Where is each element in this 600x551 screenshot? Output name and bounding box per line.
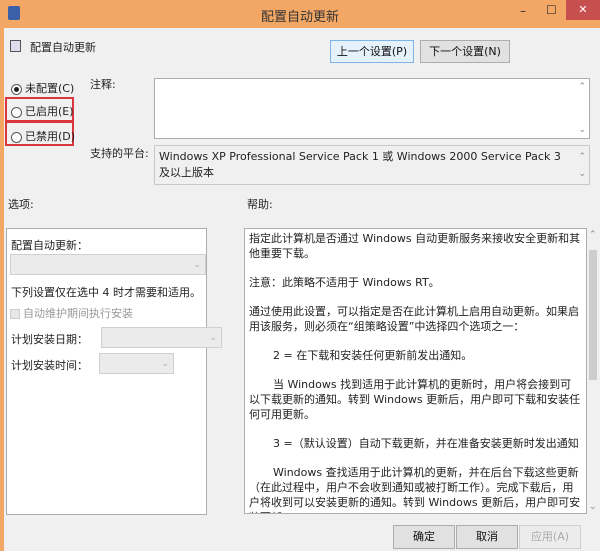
- ok-button[interactable]: 确定: [393, 525, 455, 549]
- help-paragraph: 注意：此策略不适用于 Windows RT。: [249, 276, 440, 289]
- radio-icon: [11, 83, 22, 95]
- help-paragraph: Windows 查找适用于此计算机的更新，并在后台下载这些更新（在此过程中，用户…: [249, 466, 581, 513]
- help-text: 指定此计算机是否通过 Windows 自动更新服务来接收安全更新和其他重要下载。…: [244, 228, 587, 514]
- prev-setting-button[interactable]: 上一个设置(P): [330, 40, 414, 63]
- help-paragraph: 当 Windows 找到适用于此计算机的更新时，用户将会接到可以下载更新的通知。…: [249, 378, 581, 421]
- window-border: [0, 28, 4, 551]
- scroll-down-icon[interactable]: ⌄: [578, 166, 586, 182]
- help-scrollbar[interactable]: ⌃ ⌄: [587, 228, 599, 514]
- radio-icon: [11, 106, 22, 118]
- radio-label: 未配置(C): [25, 82, 75, 95]
- help-paragraph: 3 =（默认设置）自动下载更新，并在准备安装更新时发出通知: [273, 437, 579, 450]
- help-paragraph: 指定此计算机是否通过 Windows 自动更新服务来接收安全更新和其他重要下载。: [249, 232, 581, 260]
- options-pane: 配置自动更新： ⌄ 下列设置仅在选中 4 时才需要和适用。 自动维护期间执行安装…: [6, 228, 222, 515]
- radio-disabled[interactable]: 已禁用(D): [11, 128, 75, 144]
- scroll-up-icon[interactable]: ⌃: [578, 82, 586, 92]
- scroll-down-icon[interactable]: ⌄: [589, 502, 597, 512]
- scrollbar-thumb[interactable]: [589, 250, 597, 380]
- platform-text: Windows XP Professional Service Pack 1 或…: [154, 145, 590, 185]
- policy-icon: [10, 40, 21, 52]
- configure-label: 配置自动更新：: [11, 239, 88, 252]
- cancel-button[interactable]: 取消: [456, 525, 518, 549]
- help-paragraph: 通过使用此设置，可以指定是否在此计算机上启用自动更新。如果启用该服务，则必须在“…: [249, 305, 579, 333]
- scroll-up-icon[interactable]: ⌃: [589, 230, 597, 240]
- help-label: 帮助:: [247, 198, 273, 211]
- day-label: 计划安装日期：: [11, 333, 88, 346]
- next-setting-button[interactable]: 下一个设置(N): [420, 40, 510, 63]
- checkbox-label: 自动维护期间执行安装: [23, 307, 133, 320]
- time-label: 计划安装时间：: [11, 359, 88, 372]
- comment-label: 注释:: [90, 78, 116, 91]
- apply-button[interactable]: 应用(A): [519, 525, 581, 549]
- minimize-button[interactable]: –: [520, 4, 526, 18]
- options-label: 选项:: [8, 198, 34, 211]
- radio-label: 已禁用(D): [25, 130, 76, 143]
- policy-name: 配置自动更新: [30, 41, 96, 54]
- window-title: 配置自动更新: [260, 10, 339, 25]
- comment-textarea[interactable]: ⌃ ⌄: [154, 78, 590, 139]
- radio-icon: [11, 131, 22, 143]
- radio-enabled[interactable]: 已启用(E): [11, 103, 74, 119]
- maintenance-checkbox[interactable]: 自动维护期间执行安装: [10, 305, 133, 321]
- day-dropdown[interactable]: ⌄: [101, 327, 222, 348]
- platform-label: 支持的平台:: [90, 147, 149, 160]
- radio-not-configured[interactable]: 未配置(C): [11, 80, 74, 96]
- radio-label: 已启用(E): [25, 105, 74, 118]
- checkbox-icon: [10, 309, 20, 319]
- options-note: 下列设置仅在选中 4 时才需要和适用。: [11, 286, 201, 299]
- maximize-button[interactable]: ☐: [546, 3, 557, 17]
- close-button[interactable]: ✕: [566, 0, 600, 20]
- time-dropdown[interactable]: ⌄: [99, 353, 174, 374]
- scroll-down-icon[interactable]: ⌄: [578, 125, 586, 135]
- scroll-up-icon[interactable]: ⌃: [578, 149, 586, 165]
- configure-dropdown[interactable]: ⌄: [10, 254, 206, 275]
- help-paragraph: 2 = 在下载和安装任何更新前发出通知。: [273, 349, 473, 362]
